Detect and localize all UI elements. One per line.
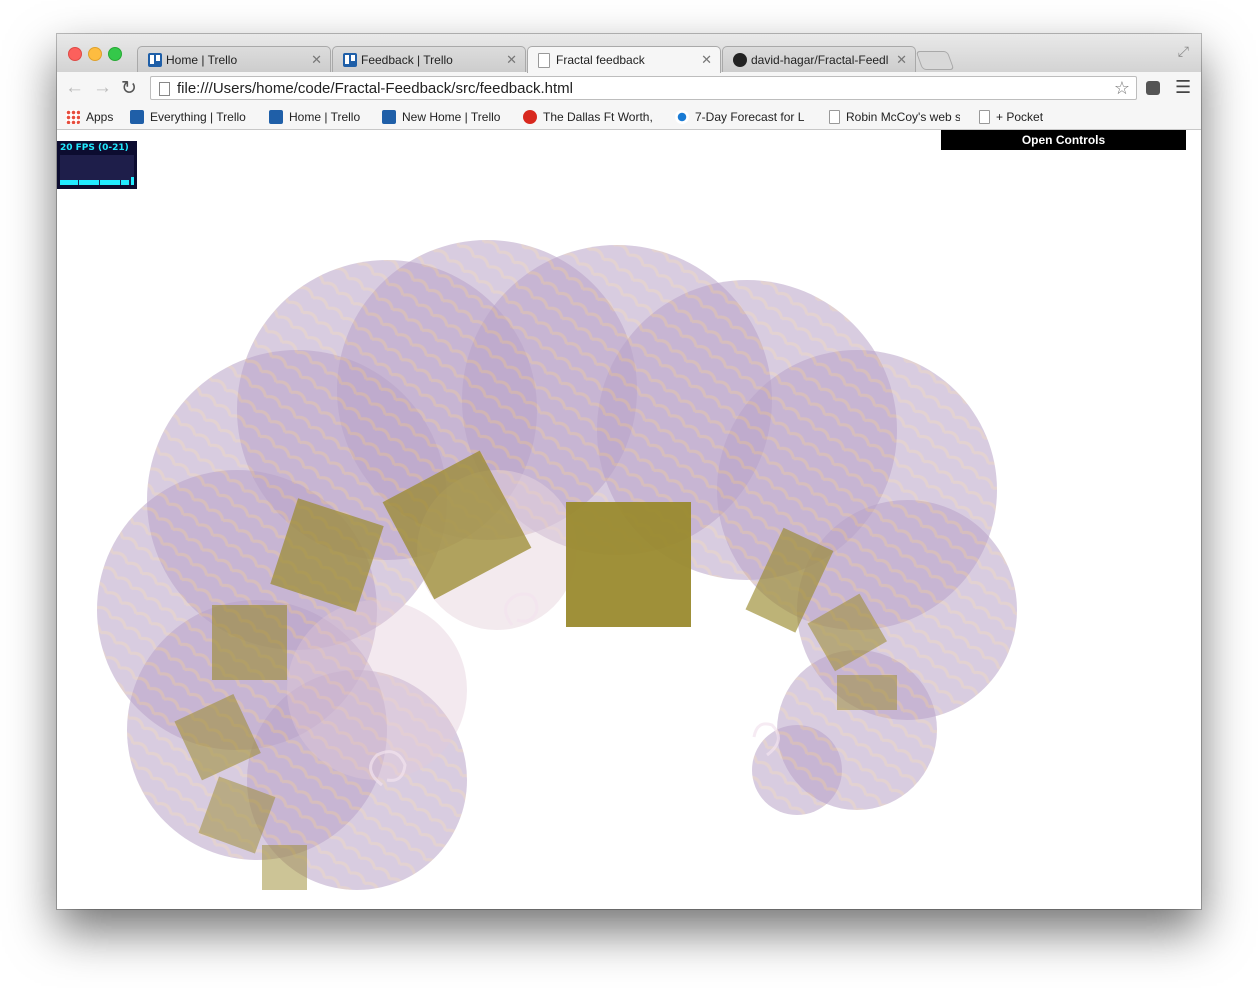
bookmark-pocket[interactable]: + Pocket	[979, 110, 1043, 124]
fractal-canvas[interactable]	[57, 130, 1201, 909]
bookmark-star-icon[interactable]: ☆	[1114, 78, 1130, 99]
bookmark-forecast[interactable]: 7-Day Forecast for L	[675, 110, 807, 124]
evernote-extension-icon[interactable]	[1146, 81, 1160, 95]
fps-graph-bar	[60, 180, 78, 185]
trello-icon	[269, 110, 283, 124]
close-icon[interactable]: ✕	[701, 52, 712, 68]
trello-icon	[343, 53, 357, 67]
open-controls-button[interactable]: Open Controls	[941, 130, 1186, 150]
close-window-button[interactable]	[68, 47, 82, 61]
close-icon[interactable]: ✕	[311, 52, 322, 68]
tab-fractal-feedback[interactable]: Fractal feedback ✕	[527, 46, 721, 73]
github-icon	[733, 53, 747, 67]
document-icon	[538, 53, 550, 68]
fps-graph-bar	[131, 177, 134, 185]
tab-feedback-trello[interactable]: Feedback | Trello ✕	[332, 46, 526, 72]
fps-graph-bar	[79, 180, 99, 185]
dallas-icon	[523, 110, 537, 124]
noaa-icon	[675, 110, 689, 124]
url-text[interactable]: file:///Users/home/code/Fractal-Feedback…	[177, 80, 573, 97]
bookmark-home-trello[interactable]: Home | Trello	[269, 110, 360, 124]
apps-grid-icon	[66, 110, 80, 124]
fps-stats-panel[interactable]: 20 FPS (0-21)	[57, 141, 137, 189]
minimize-window-button[interactable]	[88, 47, 102, 61]
new-tab-button[interactable]	[915, 51, 955, 70]
page-content: 20 FPS (0-21) Open Controls	[57, 130, 1201, 909]
bookmark-apps[interactable]: Apps	[66, 110, 113, 124]
fullscreen-icon[interactable]: ⤢	[1178, 43, 1189, 60]
tab-home-trello[interactable]: Home | Trello ✕	[137, 46, 331, 72]
trello-icon	[130, 110, 144, 124]
fps-graph	[60, 155, 134, 185]
reload-icon[interactable]: ↻	[121, 77, 137, 100]
page-icon	[159, 82, 170, 96]
fps-graph-bar	[121, 180, 129, 185]
address-bar[interactable]: file:///Users/home/code/Fractal-Feedback…	[150, 76, 1137, 100]
trello-icon	[148, 53, 162, 67]
tab-title: david-hagar/Fractal-Feedl	[751, 53, 889, 67]
forward-arrow-icon[interactable]: →	[93, 77, 112, 99]
tab-github-fractal[interactable]: david-hagar/Fractal-Feedl ✕	[722, 46, 916, 72]
document-icon	[829, 110, 840, 124]
trello-icon	[382, 110, 396, 124]
bookmarks-bar: Apps Everything | Trello Home | Trello N…	[57, 105, 1201, 130]
back-arrow-icon[interactable]: ←	[65, 77, 84, 99]
browser-window: Home | Trello ✕ Feedback | Trello ✕ Frac…	[57, 34, 1201, 909]
tab-strip: Home | Trello ✕ Feedback | Trello ✕ Frac…	[57, 34, 1201, 73]
fps-graph-bar	[100, 180, 120, 185]
tab-title: Home | Trello	[166, 53, 238, 67]
tab-title: Feedback | Trello	[361, 53, 453, 67]
browser-toolbar: ← → ↻ file:///Users/home/code/Fractal-Fe…	[57, 72, 1201, 105]
zoom-window-button[interactable]	[108, 47, 122, 61]
menu-icon[interactable]: ☰	[1175, 77, 1191, 98]
close-icon[interactable]: ✕	[506, 52, 517, 68]
bookmark-dallas[interactable]: The Dallas Ft Worth,	[523, 110, 655, 124]
bookmark-robin-mccoy[interactable]: Robin McCoy's web s	[829, 110, 960, 124]
fps-label: 20 FPS (0-21)	[60, 143, 129, 153]
bookmark-new-home-trello[interactable]: New Home | Trello	[382, 110, 500, 124]
document-icon	[979, 110, 990, 124]
close-icon[interactable]: ✕	[896, 52, 907, 68]
bookmark-everything-trello[interactable]: Everything | Trello	[130, 110, 246, 124]
tab-title: Fractal feedback	[556, 53, 645, 67]
